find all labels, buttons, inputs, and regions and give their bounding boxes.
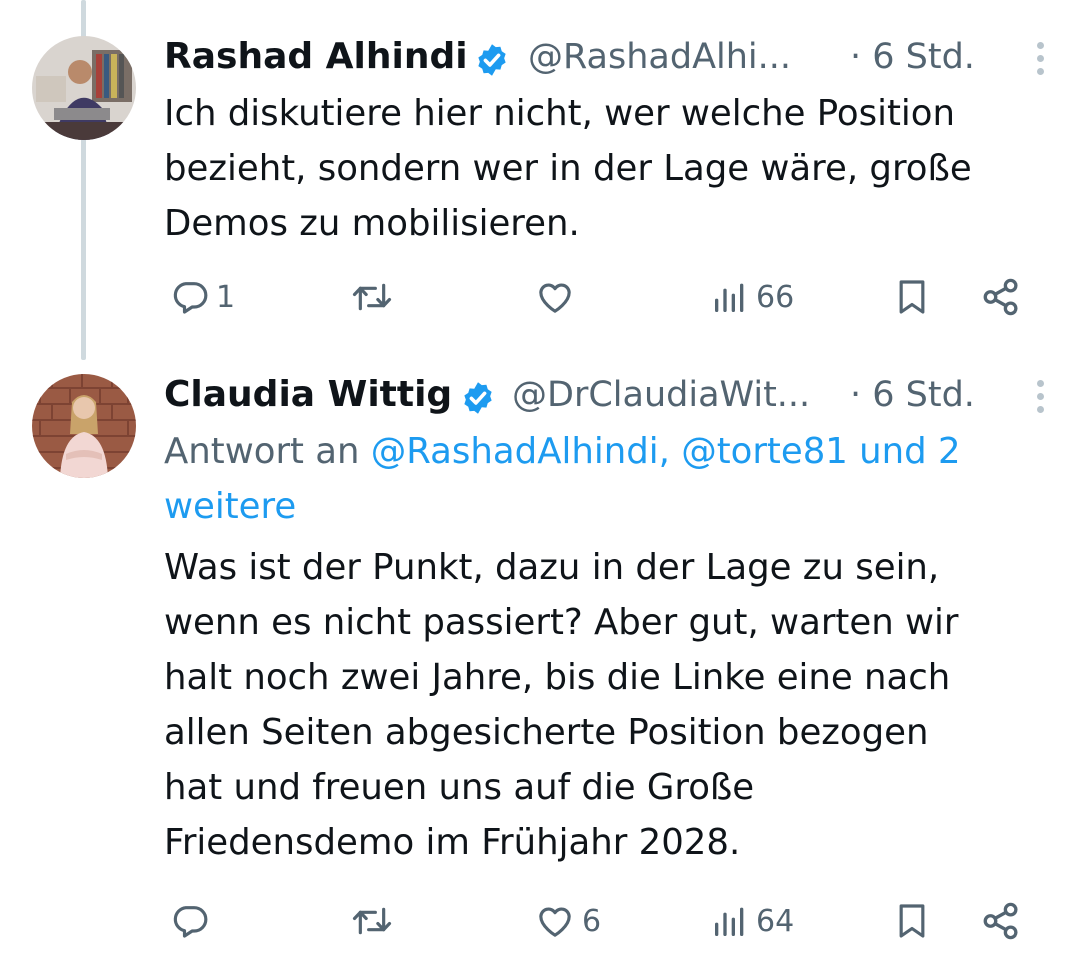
reply-button[interactable]: 1: [170, 272, 235, 322]
tweet-text-line: halt noch zwei Jahre, bis die Linke eine…: [164, 657, 951, 698]
view-count: 66: [756, 279, 795, 315]
avatar-image-claudia: [32, 374, 136, 478]
author-name[interactable]: Rashad Alhindi: [164, 36, 468, 77]
bookmark-button[interactable]: [892, 272, 932, 322]
views-icon: [715, 907, 744, 936]
tweet-text-line: hat und freuen uns auf die Große: [164, 767, 755, 808]
tweet-text-line: wenn es nicht passiert? Aber gut, warten…: [164, 602, 959, 643]
like-count: 6: [582, 903, 602, 939]
tweet-text: Ich diskutiere hier nicht, wer welche Po…: [164, 86, 1044, 251]
tweet-timestamp[interactable]: · 6 Std.: [850, 375, 975, 415]
share-icon: [983, 902, 1018, 940]
views-button[interactable]: 64: [710, 896, 794, 946]
tweet-rashad[interactable]: Rashad Alhindi @RashadAlhi... · 6 Std. I…: [0, 0, 1080, 360]
avatar[interactable]: [32, 36, 136, 140]
tweet-text-line: Demos zu mobilisieren.: [164, 203, 580, 244]
like-button[interactable]: [534, 272, 576, 322]
share-button[interactable]: [980, 272, 1022, 322]
tweet-timestamp[interactable]: · 6 Std.: [850, 37, 975, 77]
tweet-text-line: Friedensdemo im Frühjahr 2028.: [164, 822, 741, 863]
tweet-action-bar: 6 64: [164, 896, 1044, 946]
like-button[interactable]: 6: [534, 896, 601, 946]
retweet-button[interactable]: [350, 272, 394, 322]
bookmark-button[interactable]: [892, 896, 932, 946]
tweet-text-line: Ich diskutiere hier nicht, wer welche Po…: [164, 93, 956, 134]
heart-icon: [539, 283, 571, 313]
views-button[interactable]: 66: [710, 272, 794, 322]
tweet-action-bar: 1 66: [164, 272, 1044, 322]
tweet-header: Rashad Alhindi @RashadAlhi... · 6 Std.: [164, 30, 1044, 86]
author-name[interactable]: Claudia Wittig: [164, 374, 452, 415]
tweet-text-line: bezieht, sondern wer in der Lage wäre, g…: [164, 148, 972, 189]
tweet-text: Was ist der Punkt, dazu in der Lage zu s…: [164, 540, 1044, 870]
verified-badge-icon: [464, 382, 492, 414]
retweet-button[interactable]: [350, 896, 394, 946]
tweet-header: Claudia Wittig @DrClaudiaWit... · 6 Std.: [164, 368, 1044, 424]
reply-count: 1: [216, 279, 236, 315]
more-vertical-icon[interactable]: [1034, 380, 1046, 420]
tweet-text-line: allen Seiten abgesicherte Position bezog…: [164, 712, 929, 753]
reply-context: Antwort an @RashadAlhindi, @torte81 und …: [164, 424, 1044, 534]
reply-to-label: Antwort an: [164, 431, 371, 472]
reply-mentions-more-link[interactable]: weitere: [164, 479, 1044, 534]
author-handle[interactable]: @DrClaudiaWit...: [512, 375, 810, 415]
tweet-text-line: Was ist der Punkt, dazu in der Lage zu s…: [164, 547, 940, 588]
reply-icon: [173, 282, 208, 314]
share-icon: [983, 278, 1018, 316]
reply-icon: [173, 906, 208, 938]
retweet-icon: [352, 907, 392, 935]
tweet-claudia[interactable]: Claudia Wittig @DrClaudiaWit... · 6 Std.…: [0, 360, 1080, 980]
avatar[interactable]: [32, 374, 136, 478]
avatar-image-rashad: [32, 36, 136, 140]
verified-badge-icon: [478, 44, 506, 76]
retweet-icon: [352, 283, 392, 311]
share-button[interactable]: [980, 896, 1022, 946]
reply-mentions-link[interactable]: @RashadAlhindi, @torte81 und 2: [371, 431, 961, 472]
reply-button[interactable]: [170, 896, 210, 946]
view-count: 64: [756, 903, 795, 939]
bookmark-icon: [899, 904, 925, 938]
heart-icon: [539, 907, 571, 937]
views-icon: [715, 283, 744, 312]
author-handle[interactable]: @RashadAlhi...: [528, 37, 791, 77]
bookmark-icon: [899, 280, 925, 314]
more-vertical-icon[interactable]: [1034, 42, 1046, 82]
